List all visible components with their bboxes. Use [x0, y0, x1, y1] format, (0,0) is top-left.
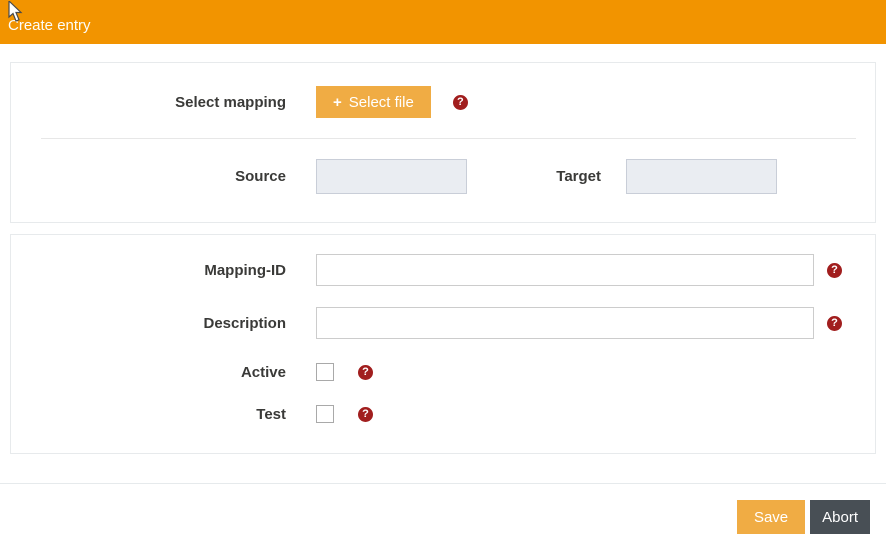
select-file-button-label: Select file [349, 94, 414, 111]
mapping-selection-panel: Select mapping + Select file ? Source Ta… [10, 62, 876, 223]
panel-divider [41, 138, 856, 139]
save-button[interactable]: Save [737, 500, 805, 534]
active-help-icon[interactable]: ? [358, 365, 373, 380]
description-label: Description [31, 315, 286, 332]
source-label: Source [31, 168, 286, 185]
entry-details-panel: Mapping-ID ? Description ? Active ? Test… [10, 234, 876, 454]
select-mapping-label: Select mapping [31, 94, 286, 111]
description-help-icon[interactable]: ? [827, 316, 842, 331]
source-input [316, 159, 467, 194]
plus-icon: + [333, 94, 342, 111]
abort-button[interactable]: Abort [810, 500, 870, 534]
description-input[interactable] [316, 307, 814, 339]
select-file-button[interactable]: + Select file [316, 86, 431, 118]
page-header: Create entry [0, 0, 886, 44]
mapping-id-label: Mapping-ID [31, 262, 286, 279]
active-checkbox[interactable] [316, 363, 334, 381]
target-input [626, 159, 777, 194]
test-checkbox[interactable] [316, 405, 334, 423]
mapping-id-help-icon[interactable]: ? [827, 263, 842, 278]
footer-actions: Save Abort [0, 500, 886, 534]
active-label: Active [31, 364, 286, 381]
select-mapping-row: Select mapping + Select file ? [31, 86, 856, 118]
test-row: Test ? [31, 405, 856, 423]
footer-divider [0, 483, 886, 484]
target-label: Target [491, 168, 601, 185]
mapping-id-row: Mapping-ID ? [31, 254, 856, 286]
select-mapping-help-icon[interactable]: ? [453, 95, 468, 110]
active-row: Active ? [31, 363, 856, 381]
source-target-row: Source Target [31, 159, 856, 194]
test-label: Test [31, 406, 286, 423]
mapping-id-input[interactable] [316, 254, 814, 286]
description-row: Description ? [31, 307, 856, 339]
page-title: Create entry [8, 17, 91, 34]
test-help-icon[interactable]: ? [358, 407, 373, 422]
